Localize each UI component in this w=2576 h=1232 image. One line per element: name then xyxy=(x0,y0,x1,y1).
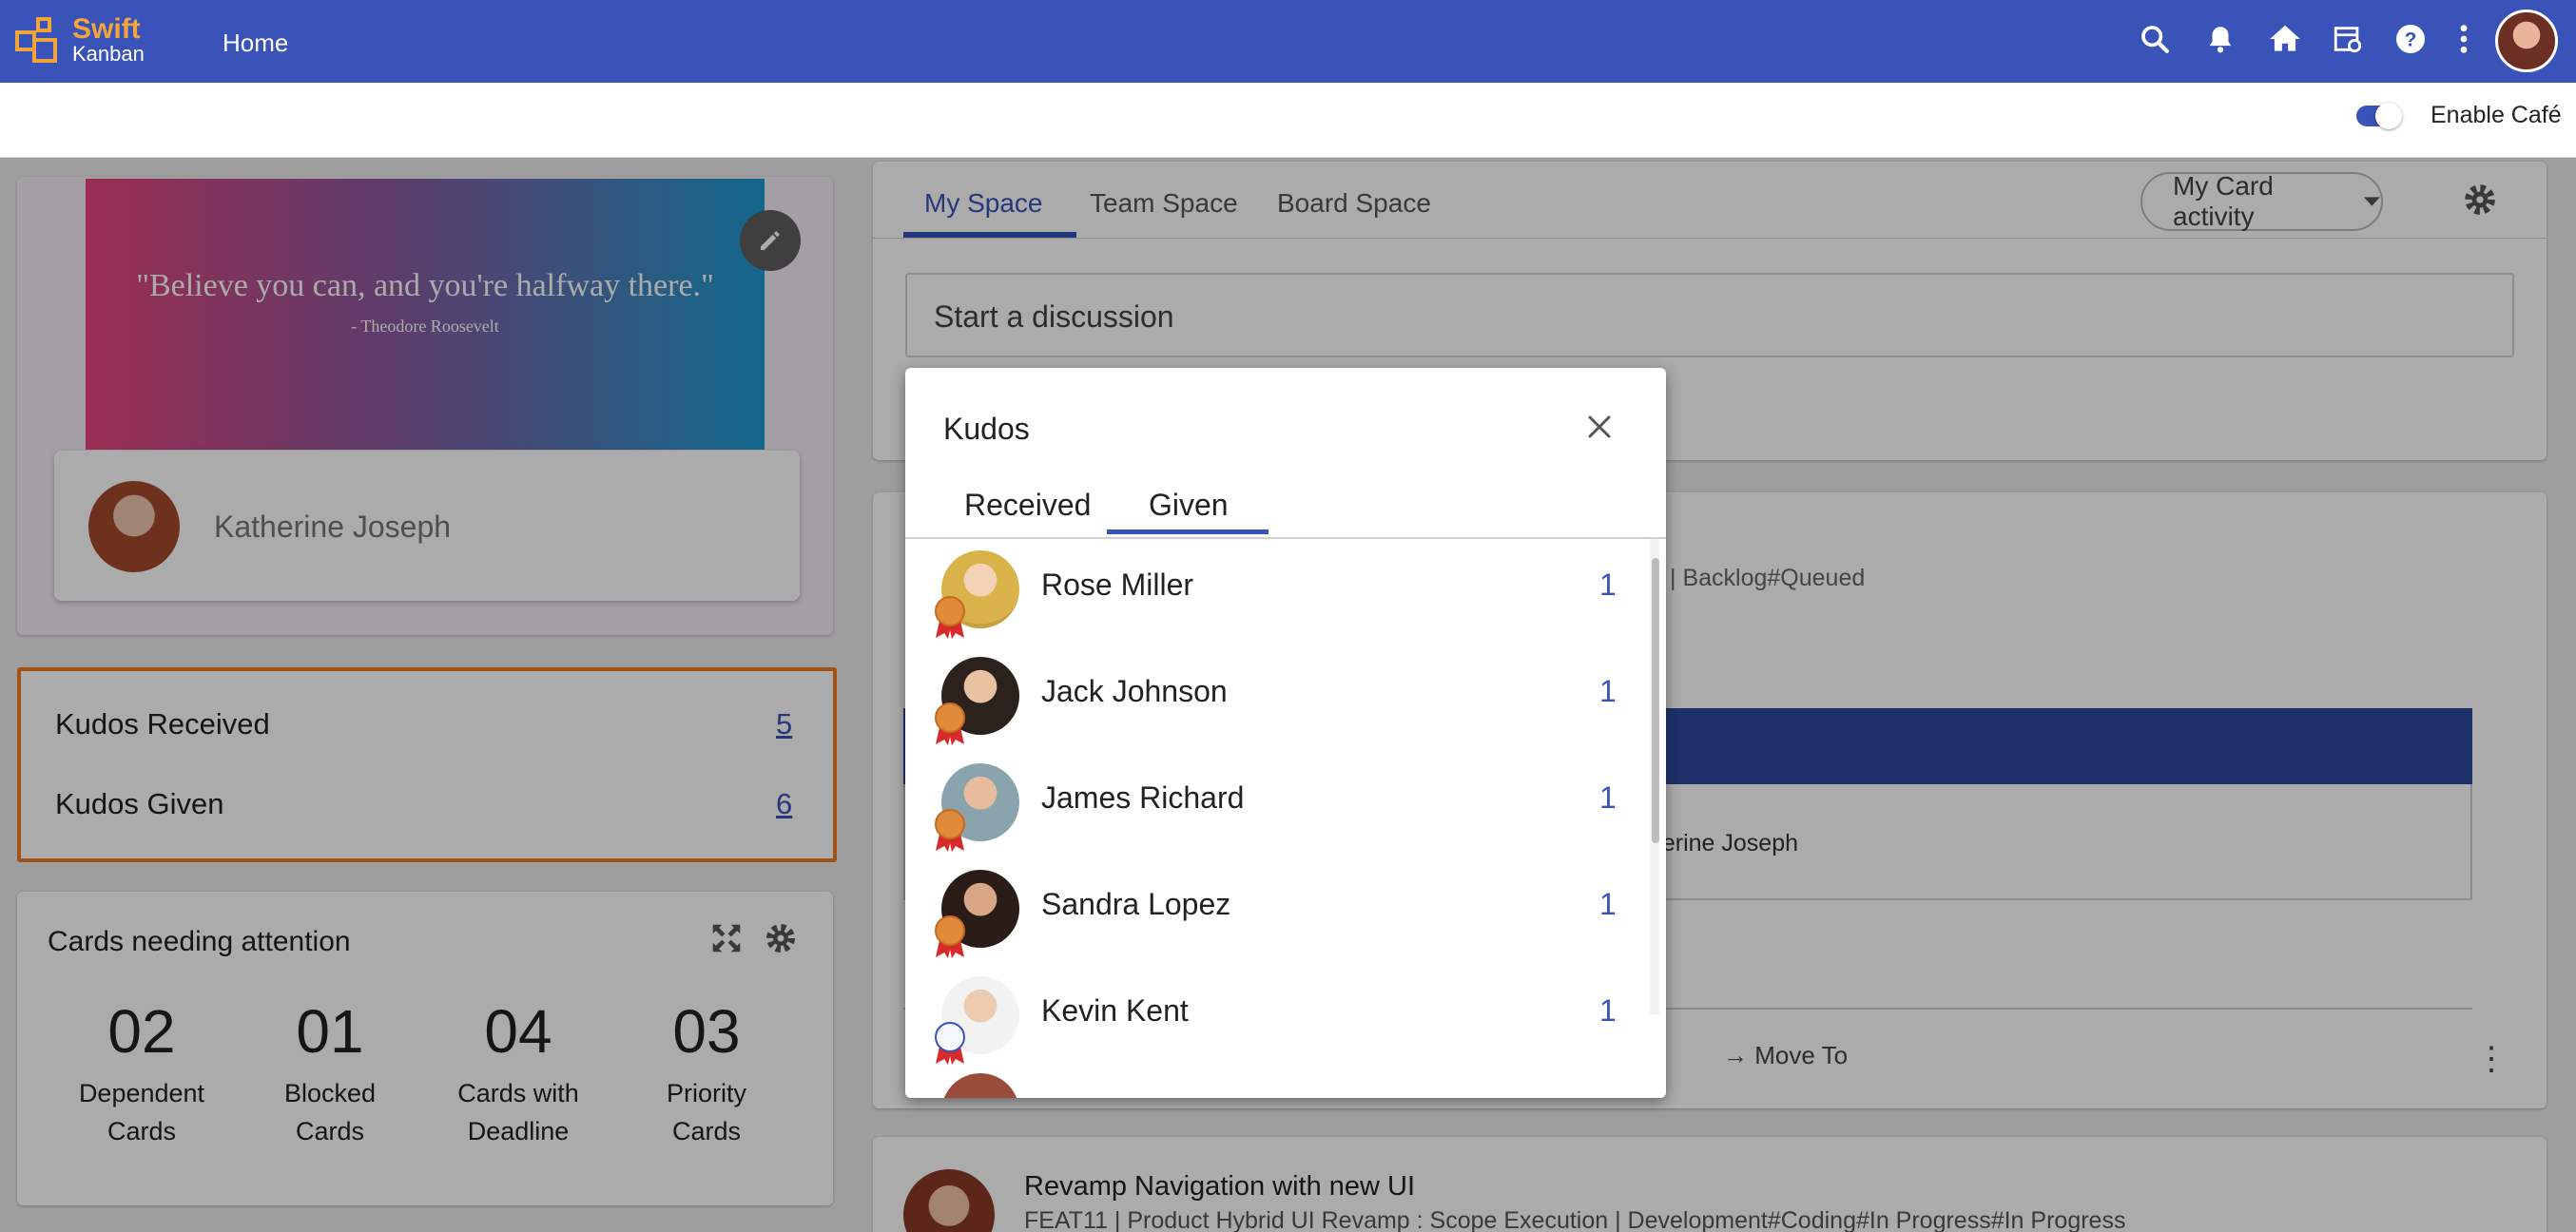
person-name: Kevin Kent xyxy=(1041,993,1189,1028)
logo-text-swift: Swift xyxy=(72,13,141,45)
enable-cafe-toggle[interactable] xyxy=(2356,103,2402,129)
sub-toolbar xyxy=(0,83,2576,158)
person-avatar-partial xyxy=(941,1073,1019,1098)
kudos-count[interactable]: 1 xyxy=(1599,780,1617,816)
medal-badge-icon xyxy=(935,596,965,639)
list-item[interactable]: Kevin Kent 1 xyxy=(905,965,1647,1071)
kudos-count[interactable]: 1 xyxy=(1599,887,1617,922)
logo-text-kanban: Kanban xyxy=(72,42,145,66)
kudos-count[interactable]: 1 xyxy=(1599,993,1617,1029)
active-tab-indicator xyxy=(1107,529,1269,534)
search-icon[interactable] xyxy=(2133,17,2177,61)
logo-mark-icon xyxy=(15,17,65,67)
tab-given[interactable]: Given xyxy=(1149,488,1229,523)
list-item[interactable]: Sandra Lopez 1 xyxy=(905,858,1647,965)
person-name: Sandra Lopez xyxy=(1041,887,1231,921)
calendar-icon[interactable] xyxy=(2326,17,2370,61)
list-item[interactable]: James Richard 1 xyxy=(905,752,1647,858)
help-icon[interactable]: ? xyxy=(2389,17,2432,61)
svg-text:?: ? xyxy=(2405,29,2417,51)
top-navigation-bar xyxy=(0,0,2576,83)
medal-badge-icon xyxy=(935,703,965,745)
kudos-dialog-title: Kudos xyxy=(943,412,1030,446)
home-icon[interactable] xyxy=(2263,17,2307,61)
swift-kanban-logo[interactable]: Swift Kanban xyxy=(15,15,148,68)
person-name: James Richard xyxy=(1041,780,1245,815)
person-name: Jack Johnson xyxy=(1041,674,1228,708)
medal-badge-icon xyxy=(935,915,965,958)
enable-cafe-label: Enable Café xyxy=(2431,102,2562,128)
list-item[interactable]: Rose Miller 1 xyxy=(905,539,1647,645)
scrollbar-thumb[interactable] xyxy=(1652,558,1659,843)
list-item[interactable]: Jack Johnson 1 xyxy=(905,645,1647,752)
kudos-count[interactable]: 1 xyxy=(1599,674,1617,709)
more-vertical-icon[interactable] xyxy=(2442,17,2486,61)
bell-icon[interactable] xyxy=(2198,17,2242,61)
kudos-dialog: Kudos Received Given Rose Miller 1 Jack … xyxy=(905,368,1666,1098)
person-name: Rose Miller xyxy=(1041,568,1194,602)
nav-home-link[interactable]: Home xyxy=(223,29,288,58)
kudos-count[interactable]: 1 xyxy=(1599,568,1617,603)
tab-received[interactable]: Received xyxy=(964,488,1091,523)
close-icon[interactable] xyxy=(1579,406,1620,448)
medal-badge-icon xyxy=(935,809,965,852)
medal-badge-icon xyxy=(935,1022,965,1065)
user-avatar[interactable] xyxy=(2495,10,2558,72)
